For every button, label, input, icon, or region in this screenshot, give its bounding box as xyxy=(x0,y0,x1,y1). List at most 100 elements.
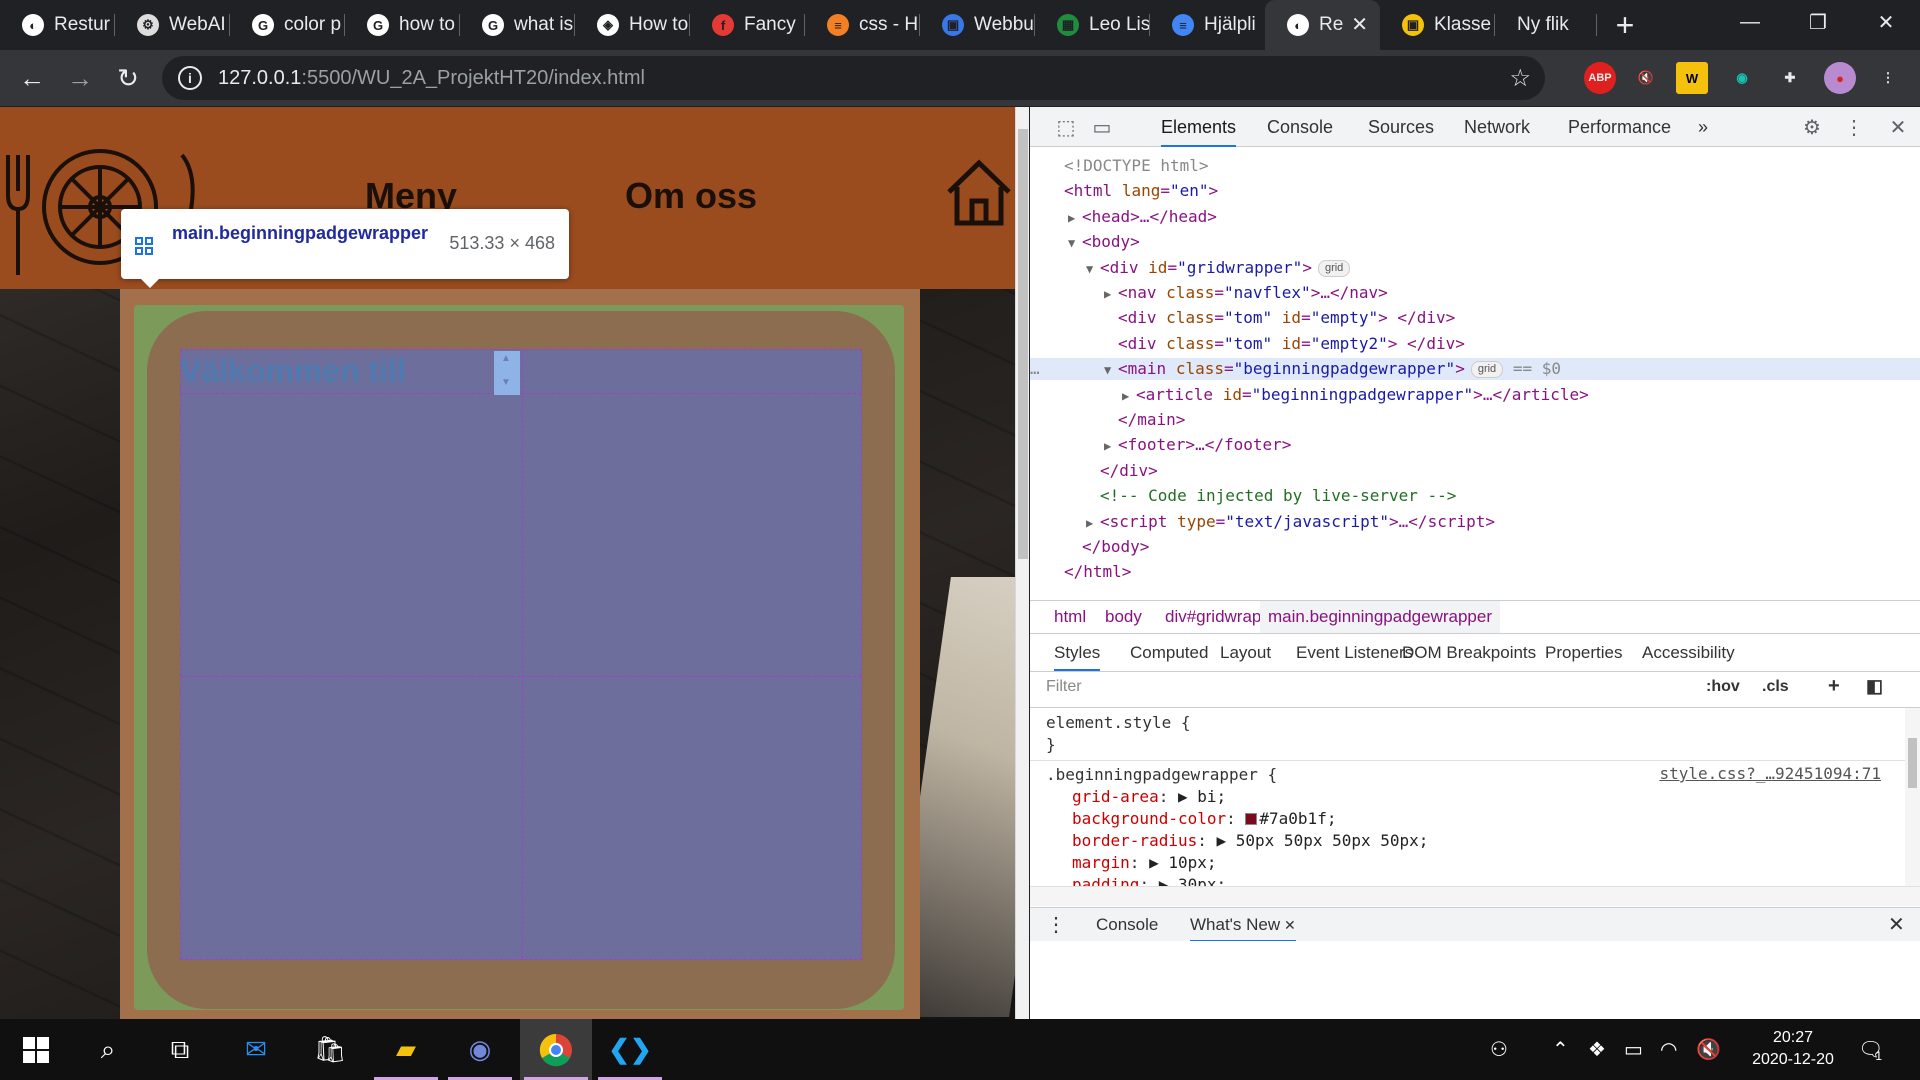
dom-node[interactable]: </main> xyxy=(1030,409,1185,431)
more-options-icon[interactable]: ⋮ xyxy=(1842,115,1866,139)
browser-tab[interactable]: ▦ Leo Lis xyxy=(1035,0,1150,50)
start-button[interactable] xyxy=(0,1019,72,1080)
subtab-event-listeners[interactable]: Event Listeners xyxy=(1296,634,1413,671)
css-property[interactable]: margin: ▶ 10px; xyxy=(1072,852,1217,874)
devtools-tab-console[interactable]: Console xyxy=(1267,107,1333,147)
close-drawer-tab-icon[interactable]: ✕ xyxy=(1280,917,1296,933)
subtab-dom-breakpoints[interactable]: DOM Breakpoints xyxy=(1402,634,1536,671)
chrome-menu-icon[interactable]: ⋮ xyxy=(1872,62,1904,94)
new-style-rule-button[interactable]: + xyxy=(1828,675,1840,698)
subtab-computed[interactable]: Computed xyxy=(1130,634,1208,671)
css-property[interactable]: background-color: #7a0b1f; xyxy=(1072,808,1336,830)
browser-tab[interactable]: ▣ Webbu xyxy=(920,0,1035,50)
address-bar[interactable]: i 127.0.0.1:5500/WU_2A_ProjektHT20/index… xyxy=(162,56,1545,100)
dom-node[interactable]: ▼ <body> xyxy=(1030,231,1140,253)
task-view-button[interactable]: ⧉ xyxy=(144,1019,216,1080)
styles-scrollbar[interactable] xyxy=(1905,708,1920,886)
url-text[interactable]: 127.0.0.1:5500/WU_2A_ProjektHT20/index.h… xyxy=(218,67,645,90)
browser-tab[interactable]: Ghow to xyxy=(345,0,460,50)
file-explorer-app[interactable]: ▰ xyxy=(370,1019,442,1080)
cls-toggle[interactable]: .cls xyxy=(1762,678,1789,696)
dom-node[interactable]: <div class="tom" id="empty"> </div> xyxy=(1030,307,1455,329)
devtools-tab-elements[interactable]: Elements xyxy=(1161,107,1237,147)
dom-node[interactable]: </html> xyxy=(1030,561,1131,583)
dom-node[interactable]: <!DOCTYPE html> xyxy=(1030,155,1209,177)
subtab-layout[interactable]: Layout xyxy=(1220,634,1271,671)
close-drawer-icon[interactable]: ✕ xyxy=(1888,908,1905,942)
minimize-button[interactable]: — xyxy=(1716,0,1784,44)
browser-tab[interactable]: ◈ How to xyxy=(575,0,690,50)
inspect-element-icon[interactable]: ⬚ xyxy=(1054,115,1078,139)
article-scroll-widget[interactable] xyxy=(494,351,520,395)
dom-node[interactable]: </body> xyxy=(1030,536,1149,558)
action-center-icon[interactable]: 🗨 1 xyxy=(1858,1019,1883,1080)
toggle-sidebar-icon[interactable]: ◧ xyxy=(1866,676,1883,697)
browser-tab[interactable]: Gwhat is xyxy=(460,0,575,50)
home-icon[interactable] xyxy=(944,157,1014,227)
dom-node[interactable]: ▶ <nav class="navflex">…</nav> xyxy=(1030,282,1388,304)
css-property[interactable]: border-radius: ▶ 50px 50px 50px 50px; xyxy=(1072,830,1428,852)
settings-gear-icon[interactable]: ⚙ xyxy=(1800,115,1824,139)
devtools-tab-sources[interactable]: Sources xyxy=(1368,107,1434,147)
extensions-puzzle-icon[interactable]: ✚ xyxy=(1774,62,1806,94)
reload-button[interactable]: ↻ xyxy=(110,60,146,96)
css-property[interactable]: grid-area: ▶ bi; xyxy=(1072,786,1226,808)
color-swatch[interactable] xyxy=(1245,813,1258,825)
back-button[interactable]: ← xyxy=(14,60,50,96)
dom-node[interactable]: <html lang="en"> xyxy=(1030,180,1218,202)
drawer-tab[interactable]: What's New ✕ xyxy=(1190,908,1296,942)
dom-node[interactable]: </div> xyxy=(1030,460,1158,482)
drawer-tab[interactable]: Console xyxy=(1096,908,1158,942)
browser-tab[interactable]: ▣ Klasse xyxy=(1380,0,1495,50)
bookmark-star-icon[interactable]: ☆ xyxy=(1509,64,1531,93)
browser-tab[interactable]: ◐ Restur xyxy=(0,0,115,50)
subtab-accessibility[interactable]: Accessibility xyxy=(1642,634,1735,671)
devtools-tab-performance[interactable]: Performance xyxy=(1568,107,1671,147)
browser-tab[interactable]: ≡ css - H xyxy=(805,0,920,50)
people-icon[interactable]: ⚇ xyxy=(1490,1019,1508,1080)
dom-node[interactable]: <!-- Code injected by live-server --> xyxy=(1030,485,1456,507)
mail-app[interactable]: ✉ xyxy=(220,1019,292,1080)
restore-button[interactable]: ❐ xyxy=(1784,0,1852,44)
teal-extension-icon[interactable]: ◉ xyxy=(1726,62,1758,94)
browser-tab[interactable]: ≡ Hjälpli xyxy=(1150,0,1265,50)
dom-node[interactable]: ▶ <footer>…</footer> xyxy=(1030,434,1291,456)
hov-toggle[interactable]: :hov xyxy=(1706,678,1740,696)
discord-app[interactable]: ◉ xyxy=(444,1019,516,1080)
wifi-icon[interactable]: ◠ xyxy=(1660,1019,1677,1080)
show-hidden-icons[interactable]: ⌃ xyxy=(1552,1019,1569,1080)
breadcrumb-item[interactable]: main.beginningpadgewrapper xyxy=(1260,601,1500,633)
styles-horizontal-scrollbar[interactable] xyxy=(1030,886,1920,906)
dom-node[interactable]: ▶ <script type="text/javascript">…</scrip… xyxy=(1030,511,1495,533)
store-app[interactable]: 🛍 xyxy=(294,1019,366,1080)
breadcrumb-item[interactable]: html xyxy=(1046,601,1094,633)
styles-filter-input[interactable]: Filter xyxy=(1046,678,1082,696)
page-scrollbar[interactable] xyxy=(1015,107,1029,1019)
rule-source-link[interactable]: style.css?_…92451094:71 xyxy=(1659,764,1881,783)
adblock-plus-icon[interactable]: ABP xyxy=(1584,62,1616,94)
subtab-styles[interactable]: Styles xyxy=(1054,634,1101,671)
volume-muted-icon[interactable]: 🔇 xyxy=(1696,1019,1721,1080)
devtools-more-tabs[interactable]: » xyxy=(1698,107,1708,147)
browser-tab[interactable]: ◐ Re ✕ xyxy=(1265,0,1380,50)
dom-node[interactable]: <div class="tom" id="empty2"> </div> xyxy=(1030,333,1465,355)
css-property[interactable]: padding: ▶ 30px; xyxy=(1072,874,1226,886)
browser-tab[interactable]: Ny flik xyxy=(1495,0,1597,50)
search-button[interactable]: ⌕ xyxy=(72,1019,144,1080)
close-devtools-icon[interactable]: ✕ xyxy=(1886,115,1910,139)
drawer-menu-icon[interactable]: ⋮ xyxy=(1046,908,1066,942)
profile-avatar[interactable]: ● xyxy=(1824,62,1856,94)
subtab-properties[interactable]: Properties xyxy=(1545,634,1622,671)
battery-icon[interactable]: ▭ xyxy=(1624,1019,1643,1080)
devtools-tab-network[interactable]: Network xyxy=(1464,107,1530,147)
browser-tab[interactable]: f Fancy xyxy=(690,0,805,50)
forward-button[interactable]: → xyxy=(62,60,98,96)
site-info-icon[interactable]: i xyxy=(178,66,202,90)
page-scroll-thumb[interactable] xyxy=(1018,129,1028,559)
styles-scroll-thumb[interactable] xyxy=(1908,738,1917,788)
vscode-app[interactable]: ❮❯ xyxy=(594,1019,666,1080)
device-toolbar-icon[interactable]: ▭ xyxy=(1090,115,1114,139)
breadcrumb-item[interactable]: body xyxy=(1097,601,1150,633)
nav-link-about[interactable]: Om oss xyxy=(625,175,757,217)
dom-node[interactable]: ▼ <div id="gridwrapper"> grid xyxy=(1030,257,1351,279)
